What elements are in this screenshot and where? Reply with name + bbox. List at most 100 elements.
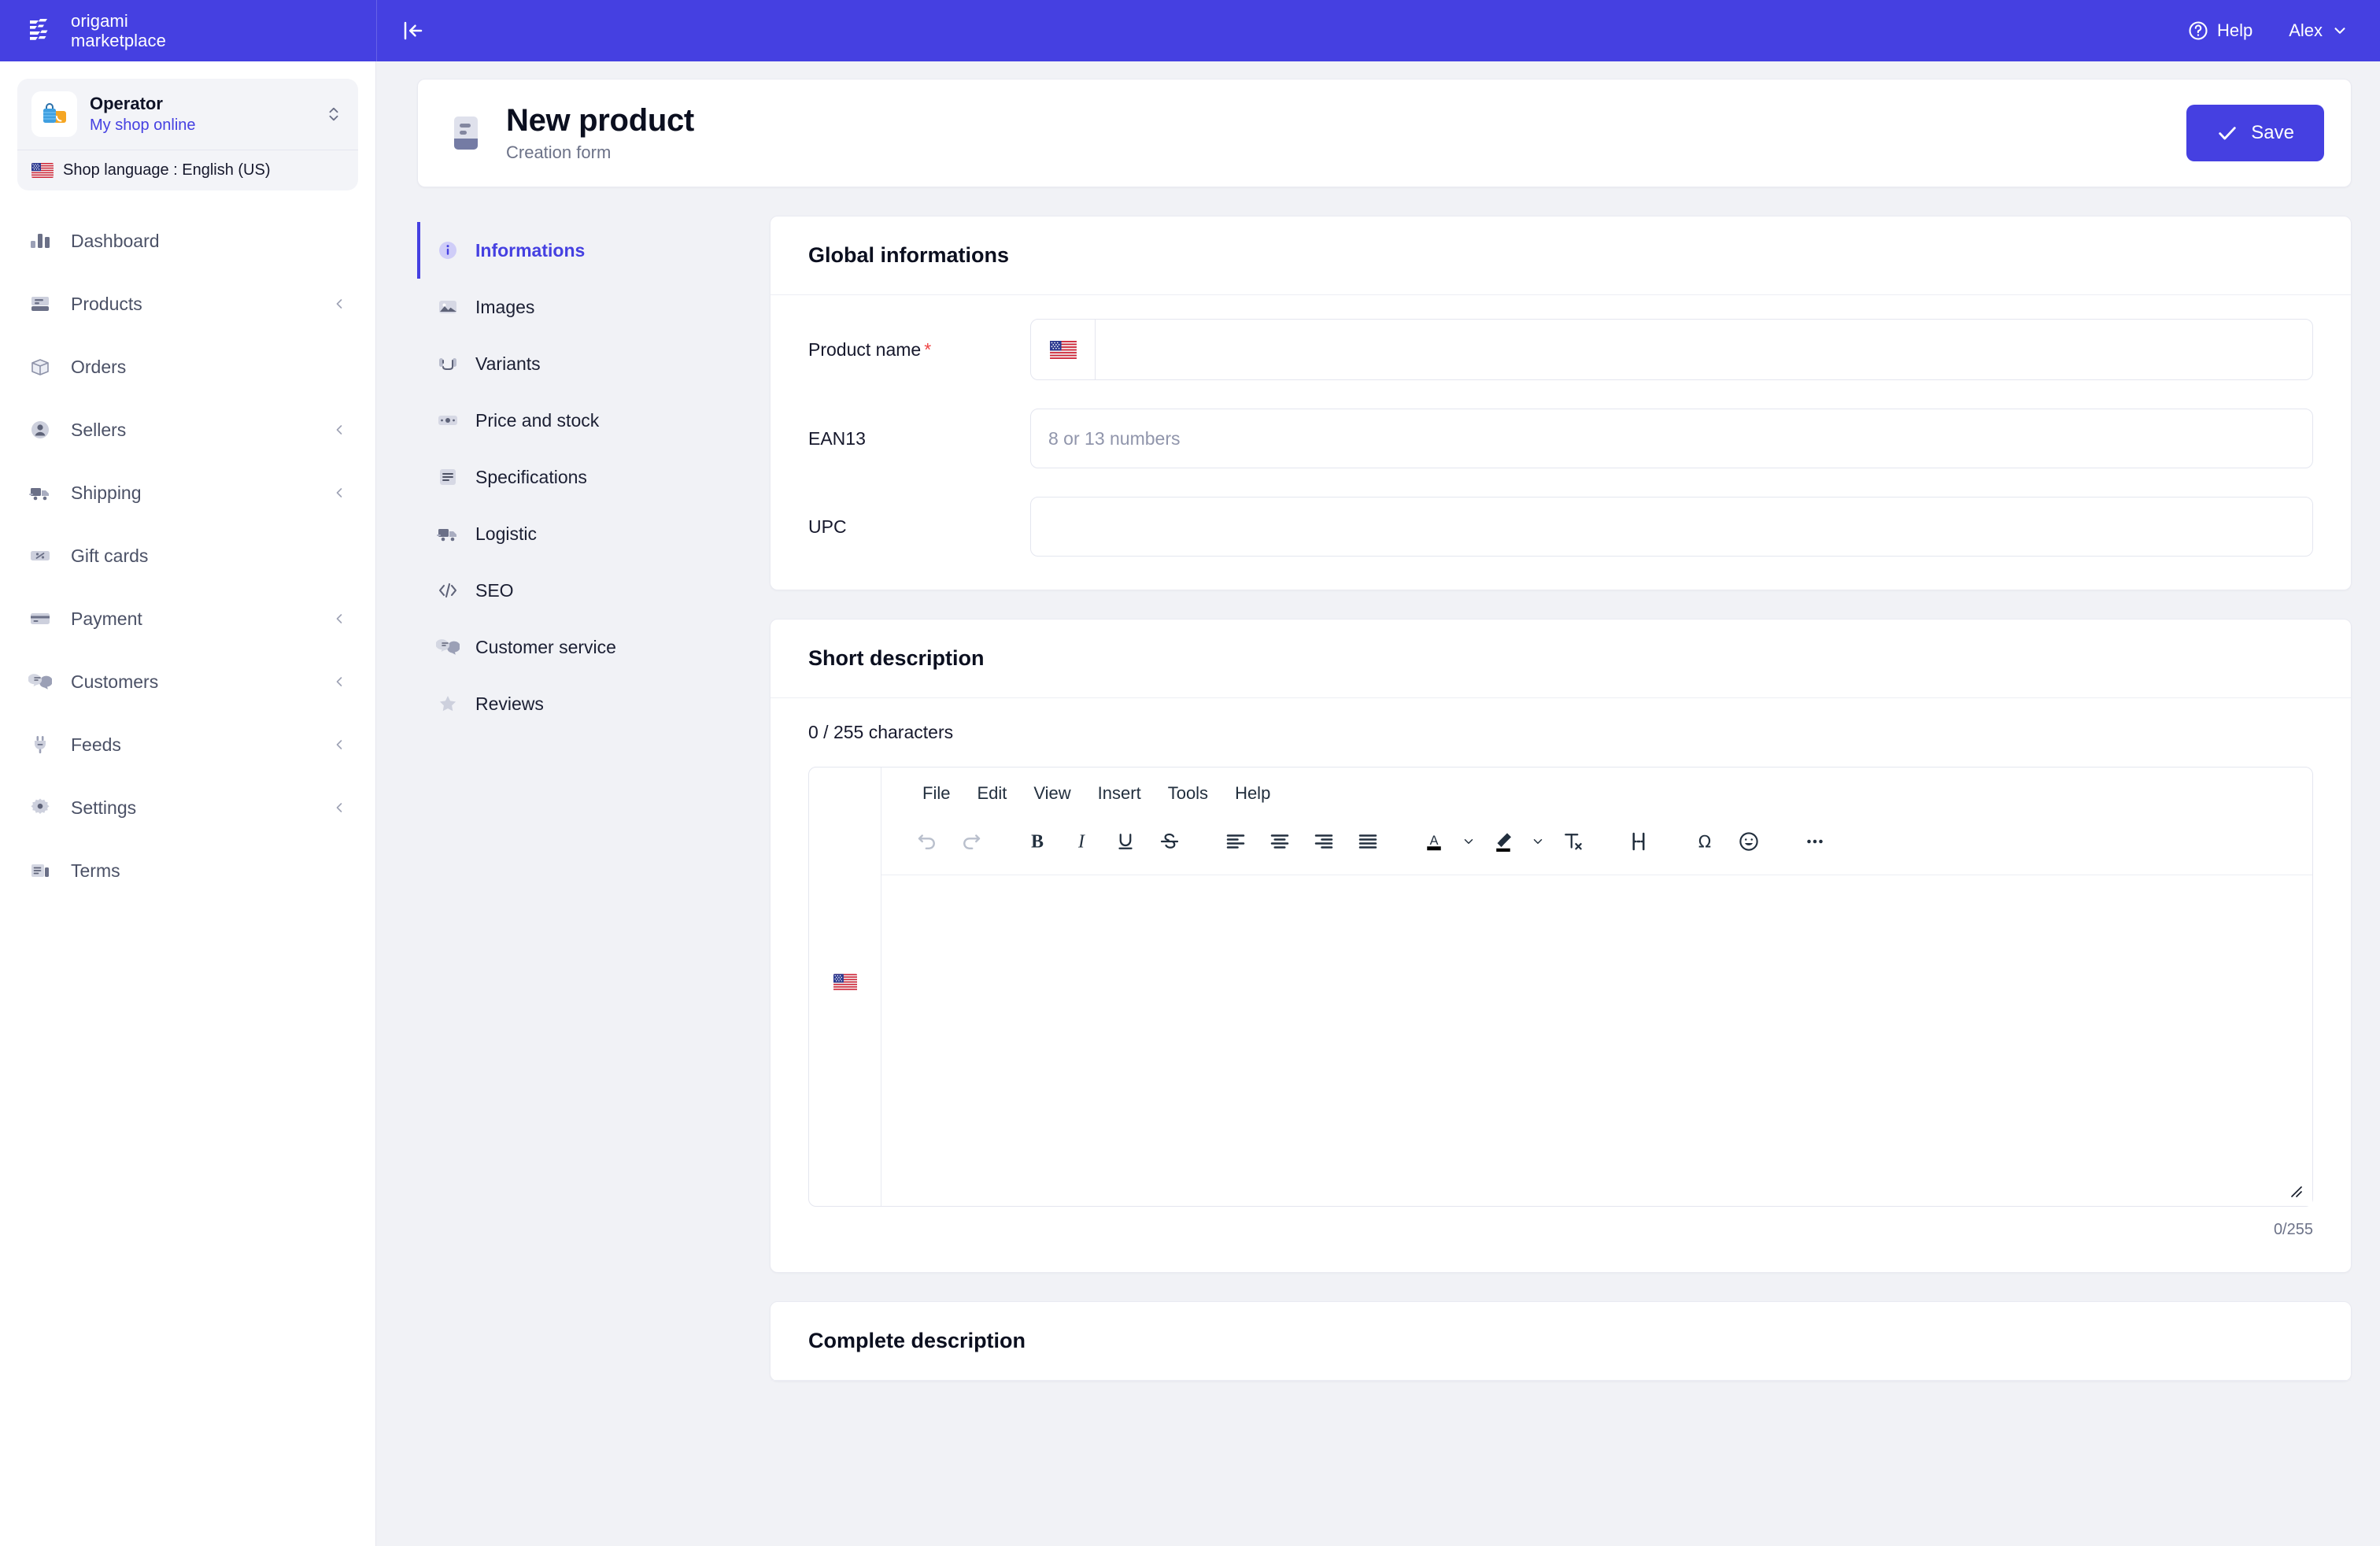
flag-us-icon[interactable] (833, 974, 857, 1206)
main-content: New product Creation form Save Informati… (376, 61, 2380, 1546)
strikethrough-icon[interactable] (1148, 819, 1192, 864)
chevron-left-icon[interactable] (331, 611, 347, 627)
brand-logo-area[interactable]: origami marketplace (0, 0, 376, 61)
align-justify-icon[interactable] (1346, 819, 1390, 864)
sidebar-item-orders[interactable]: Orders (17, 335, 358, 398)
sidebar-item-sellers[interactable]: Sellers (17, 398, 358, 461)
sidebar-item-label: Dashboard (71, 230, 160, 251)
sidebar-item-dashboard[interactable]: Dashboard (17, 209, 358, 272)
section-item-seo[interactable]: SEO (417, 562, 770, 619)
chat-bubble-icon (434, 634, 461, 660)
redo-icon[interactable] (949, 819, 993, 864)
align-center-icon[interactable] (1258, 819, 1302, 864)
section-item-logistic[interactable]: Logistic (417, 505, 770, 562)
content-row: Informations Images Variants Price and s… (417, 216, 2352, 1410)
underline-icon[interactable] (1103, 819, 1148, 864)
page-header-card: New product Creation form Save (417, 79, 2352, 187)
user-name-label: Alex (2289, 20, 2323, 40)
product-name-input[interactable] (1096, 320, 2312, 379)
editor-content-area[interactable] (881, 875, 2312, 1206)
sidebar-item-payment[interactable]: Payment (17, 587, 358, 650)
section-item-customer-service[interactable]: Customer service (417, 619, 770, 675)
background-color-icon[interactable] (1481, 819, 1525, 864)
align-right-icon[interactable] (1302, 819, 1346, 864)
sidebar-item-shipping[interactable]: Shipping (17, 461, 358, 524)
menu-insert[interactable]: Insert (1087, 779, 1152, 808)
credit-card-icon (27, 605, 54, 632)
card-body: Product name * EAN13 8 or 13 numbers UPC (771, 295, 2351, 590)
section-item-specifications[interactable]: Specifications (417, 449, 770, 505)
save-button-label: Save (2251, 122, 2294, 143)
info-circle-icon (434, 237, 461, 264)
sidebar-item-feeds[interactable]: Feeds (17, 713, 358, 776)
image-icon (434, 294, 461, 320)
chevron-down-icon[interactable] (1525, 819, 1550, 864)
editor-toolbar: B I A Ω (881, 813, 2312, 875)
section-item-informations[interactable]: Informations (417, 222, 770, 279)
editor-menubar: File Edit View Insert Tools Help (881, 767, 2312, 813)
section-item-images[interactable]: Images (417, 279, 770, 335)
chevron-left-icon[interactable] (331, 737, 347, 753)
chevron-left-icon[interactable] (331, 296, 347, 312)
special-character-icon[interactable]: Ω (1683, 819, 1727, 864)
shop-language-selector[interactable]: Shop language : English (US) (17, 150, 358, 190)
product-name-label: Product name * (808, 339, 1030, 361)
shop-switcher-card: Operator My shop online Shop language: … (17, 79, 358, 190)
collapse-sidebar-icon[interactable] (397, 15, 429, 46)
package-icon (27, 353, 54, 380)
product-name-label-text: Product name (808, 338, 922, 360)
chevron-left-icon[interactable] (331, 422, 347, 438)
chevron-down-icon[interactable] (1456, 819, 1481, 864)
chevron-left-icon[interactable] (331, 674, 347, 690)
italic-icon[interactable]: I (1059, 819, 1103, 864)
sidebar-item-label: Orders (71, 356, 127, 377)
sidebar-item-gift-cards[interactable]: Gift cards (17, 524, 358, 587)
card-title: Global informations (808, 243, 1010, 267)
sidebar-item-terms[interactable]: Terms (17, 839, 358, 902)
section-item-price-and-stock[interactable]: Price and stock (417, 392, 770, 449)
menu-view[interactable]: View (1022, 779, 1081, 808)
user-menu-button[interactable]: Alex (2289, 20, 2349, 41)
menu-tools[interactable]: Tools (1157, 779, 1219, 808)
section-item-label: Customer service (475, 636, 616, 657)
top-bar: origami marketplace Help Alex (0, 0, 2380, 61)
section-item-variants[interactable]: Variants (417, 335, 770, 392)
sidebar-item-customers[interactable]: Customers (17, 650, 358, 713)
section-item-label: Logistic (475, 523, 537, 544)
bold-icon[interactable]: B (1015, 819, 1059, 864)
more-options-icon[interactable] (1793, 819, 1837, 864)
section-item-reviews[interactable]: Reviews (417, 675, 770, 732)
resize-grip-icon[interactable] (2286, 1181, 2303, 1198)
form-row-ean13: EAN13 (808, 409, 2313, 468)
gear-icon (27, 794, 54, 821)
flag-us-icon[interactable] (1031, 320, 1096, 379)
sidebar-item-products[interactable]: Products (17, 272, 358, 335)
clear-formatting-icon[interactable] (1550, 819, 1595, 864)
undo-icon[interactable] (905, 819, 949, 864)
align-left-icon[interactable] (1214, 819, 1258, 864)
page-header-text: New product Creation form (506, 102, 2186, 165)
save-button[interactable]: Save (2186, 105, 2324, 161)
star-icon (434, 690, 461, 717)
chevron-down-icon (2331, 22, 2349, 39)
bar-chart-icon (27, 227, 54, 254)
help-button[interactable]: Help (2187, 20, 2252, 42)
menu-file[interactable]: File (911, 779, 961, 808)
left-sidebar: Operator My shop online Shop language: … (0, 61, 376, 1546)
sidebar-item-label: Sellers (71, 419, 127, 440)
chevron-left-icon[interactable] (331, 800, 347, 816)
menu-help[interactable]: Help (1224, 779, 1281, 808)
ean13-input[interactable] (1030, 409, 2313, 468)
upc-input[interactable] (1030, 497, 2313, 557)
upc-field-wrap (1030, 497, 2313, 557)
product-name-field-wrap (1030, 319, 2313, 380)
sidebar-item-settings[interactable]: Settings (17, 776, 358, 839)
line-height-icon[interactable] (1617, 819, 1661, 864)
section-item-label: Variants (475, 353, 541, 374)
origami-logo-icon (27, 13, 61, 48)
menu-edit[interactable]: Edit (966, 779, 1018, 808)
chevron-left-icon[interactable] (331, 485, 347, 501)
emoticon-icon[interactable] (1727, 819, 1771, 864)
text-color-icon[interactable]: A (1412, 819, 1456, 864)
shop-switcher-button[interactable]: Operator My shop online (17, 79, 358, 150)
